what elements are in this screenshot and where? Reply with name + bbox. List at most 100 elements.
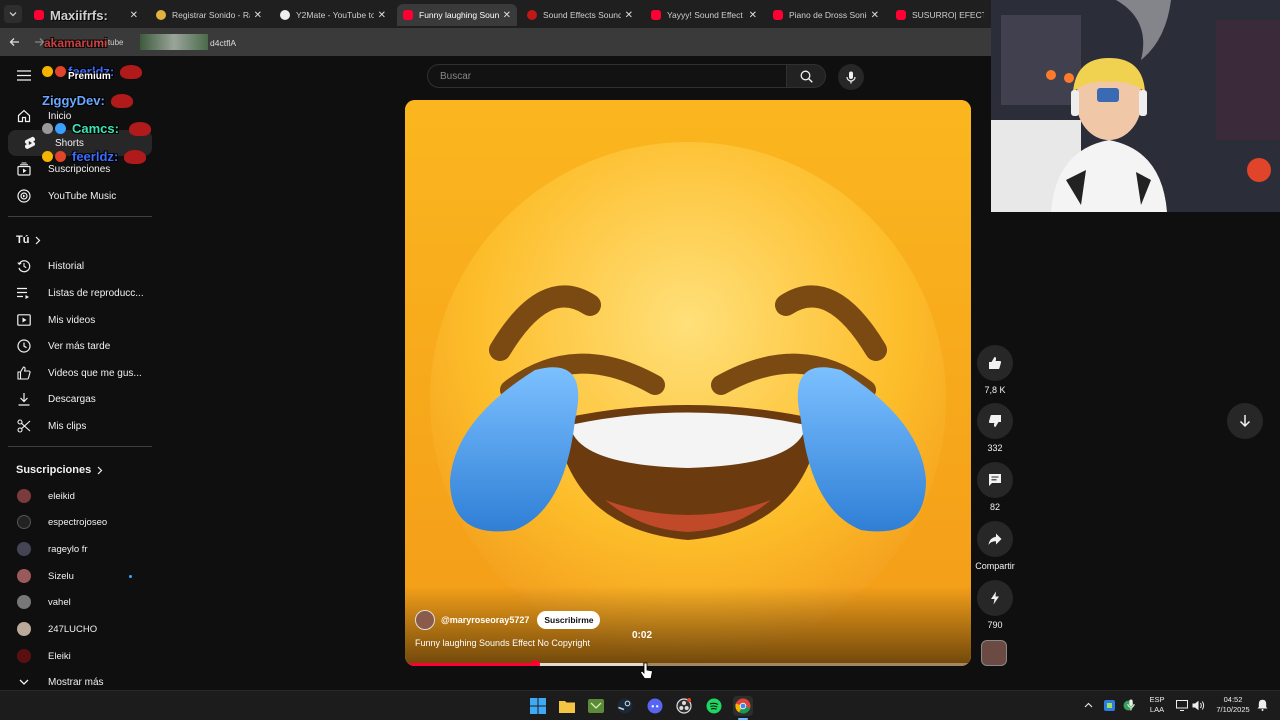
remix-button[interactable]: 790 bbox=[974, 580, 1016, 630]
next-video-button[interactable] bbox=[1227, 403, 1263, 439]
badge-icon bbox=[42, 151, 53, 162]
sidebar-item-mis-videos[interactable]: Mis videos bbox=[0, 307, 152, 333]
subscription-item[interactable]: Eleiki bbox=[0, 643, 152, 669]
progress-scrubber[interactable] bbox=[531, 660, 541, 666]
close-tab-icon[interactable]: ✕ bbox=[254, 10, 262, 21]
sidebar-item-youtube-music[interactable]: YouTube Music bbox=[0, 183, 152, 209]
sidebar-item-historial[interactable]: Historial bbox=[0, 253, 152, 279]
channel-avatar bbox=[17, 542, 31, 556]
channel-avatar bbox=[17, 649, 31, 663]
subscription-item[interactable]: eleikid bbox=[0, 483, 152, 509]
close-tab-icon[interactable]: ✕ bbox=[871, 10, 879, 21]
game-app-icon bbox=[588, 699, 604, 713]
badge-icon bbox=[42, 66, 53, 77]
sound-thumbnail[interactable] bbox=[981, 640, 1007, 666]
sidebar-item-label: Suscripciones bbox=[48, 163, 111, 175]
folder-icon bbox=[559, 701, 575, 713]
youtube-favicon-icon bbox=[34, 10, 44, 20]
y2mate-favicon-icon bbox=[280, 10, 290, 20]
chrome-button[interactable] bbox=[733, 696, 753, 716]
video-title[interactable]: Funny laughing Sounds Effect No Copyrigh… bbox=[415, 638, 590, 648]
chevron-down-icon bbox=[19, 679, 29, 685]
close-tab-icon[interactable]: ✕ bbox=[130, 10, 138, 21]
microphone-icon[interactable] bbox=[1127, 699, 1135, 711]
network-icon[interactable] bbox=[1176, 700, 1188, 711]
subscription-item[interactable]: espectrojoseo bbox=[0, 509, 152, 535]
short-video-player[interactable]: @maryroseoray5727 Suscribirme Funny laug… bbox=[405, 100, 971, 666]
url-text[interactable]: d4ctflA bbox=[210, 38, 236, 48]
spotify-button[interactable] bbox=[704, 696, 724, 716]
hamburger-menu-icon[interactable] bbox=[17, 70, 31, 81]
progress-bar[interactable] bbox=[405, 660, 971, 666]
sidebar-item-label: Mis clips bbox=[48, 420, 87, 432]
channel-avatar[interactable] bbox=[415, 610, 435, 630]
streamer-webcam-icon bbox=[991, 0, 1280, 212]
sidebar-item-mis-clips[interactable]: Mis clips bbox=[0, 413, 152, 439]
browser-tab[interactable]: Yayyy! Sound Effect - ✕ bbox=[645, 4, 763, 26]
clips-icon bbox=[17, 419, 31, 433]
browser-tab[interactable]: Maxiifrfs: ✕ bbox=[28, 4, 144, 26]
comment-count: 82 bbox=[989, 502, 1000, 512]
search-button[interactable] bbox=[786, 64, 826, 88]
thumbs-up-icon bbox=[989, 357, 1002, 369]
subscriptions-section-title[interactable]: Suscripciones bbox=[16, 464, 103, 476]
subscribe-button[interactable]: Suscribirme bbox=[537, 611, 601, 629]
voice-search-button[interactable] bbox=[838, 64, 864, 90]
security-tray-icon[interactable] bbox=[1104, 700, 1115, 711]
subscription-item[interactable]: vahel bbox=[0, 589, 152, 615]
file-explorer-button[interactable] bbox=[557, 696, 577, 716]
demon-emote-icon bbox=[128, 121, 151, 136]
sidebar-item-label: Listas de reproducc... bbox=[48, 287, 144, 299]
browser-tab[interactable]: SUSURRO| EFECTO D bbox=[890, 4, 990, 26]
sidebar-item-ver-mas-tarde[interactable]: Ver más tarde bbox=[0, 333, 152, 359]
discord-button[interactable] bbox=[645, 696, 665, 716]
volume-icon[interactable] bbox=[1192, 700, 1205, 711]
close-tab-icon[interactable]: ✕ bbox=[749, 10, 757, 21]
subscription-item[interactable]: rageylo fr bbox=[0, 536, 152, 562]
sidebar-item-descargas[interactable]: Descargas bbox=[0, 386, 152, 412]
browser-tab[interactable]: Y2Mate - YouTube to ✕ bbox=[274, 4, 392, 26]
notification-bell-icon[interactable] bbox=[1257, 699, 1268, 711]
subscription-item[interactable]: Sizelu bbox=[0, 563, 152, 589]
watch-later-icon bbox=[17, 339, 31, 353]
download-icon bbox=[18, 393, 30, 406]
language-indicator[interactable]: ESP LAA bbox=[1146, 695, 1168, 715]
sidebar-divider bbox=[8, 446, 152, 447]
like-button[interactable]: 7,8 K bbox=[974, 345, 1016, 395]
laughing-emoji-icon bbox=[405, 100, 971, 666]
search-input[interactable]: Buscar bbox=[427, 64, 787, 88]
you-section-title[interactable]: Tú bbox=[16, 234, 41, 246]
demon-emote-icon bbox=[110, 93, 133, 108]
home-icon bbox=[17, 109, 31, 123]
start-button[interactable] bbox=[528, 696, 548, 716]
sidebar-item-label: Inicio bbox=[48, 110, 72, 122]
channel-avatar bbox=[17, 489, 31, 503]
share-button[interactable]: Compartir bbox=[973, 521, 1017, 571]
channel-avatar bbox=[17, 622, 31, 636]
mouse-cursor-icon bbox=[640, 662, 653, 679]
channel-name[interactable]: @maryroseoray5727 bbox=[441, 615, 529, 625]
channel-avatar bbox=[17, 515, 31, 529]
sidebar-item-liked[interactable]: Videos que me gus... bbox=[0, 360, 152, 386]
dislike-button[interactable]: 332 bbox=[974, 403, 1016, 453]
close-tab-icon[interactable]: ✕ bbox=[378, 10, 386, 21]
steam-button[interactable] bbox=[615, 696, 635, 716]
obs-button[interactable] bbox=[674, 696, 694, 716]
sidebar-item-listas[interactable]: Listas de reproducc... bbox=[0, 280, 152, 306]
browser-tab[interactable]: Sound Effects Sound ✕ bbox=[521, 4, 639, 26]
close-tab-icon[interactable]: ✕ bbox=[503, 10, 511, 21]
tab-list-button[interactable] bbox=[4, 5, 22, 23]
comment-icon bbox=[989, 474, 1001, 486]
comments-button[interactable]: 82 bbox=[974, 462, 1016, 512]
close-tab-icon[interactable]: ✕ bbox=[625, 10, 633, 21]
app-button[interactable] bbox=[586, 696, 606, 716]
browser-tab[interactable]: Piano de Dross Sonid ✕ bbox=[767, 4, 885, 26]
clock[interactable]: 04:52 7/10/2025 bbox=[1212, 695, 1254, 715]
channel-avatar bbox=[17, 595, 31, 609]
arrow-down-icon bbox=[1239, 415, 1251, 428]
browser-tab-active[interactable]: Funny laughing Soun ✕ bbox=[397, 4, 517, 26]
browser-tab[interactable]: Registrar Sonido - Ra ✕ bbox=[150, 4, 268, 26]
back-arrow-icon[interactable] bbox=[9, 37, 20, 47]
chevron-up-icon[interactable] bbox=[1084, 702, 1093, 708]
subscription-item[interactable]: 247LUCHO bbox=[0, 616, 152, 642]
